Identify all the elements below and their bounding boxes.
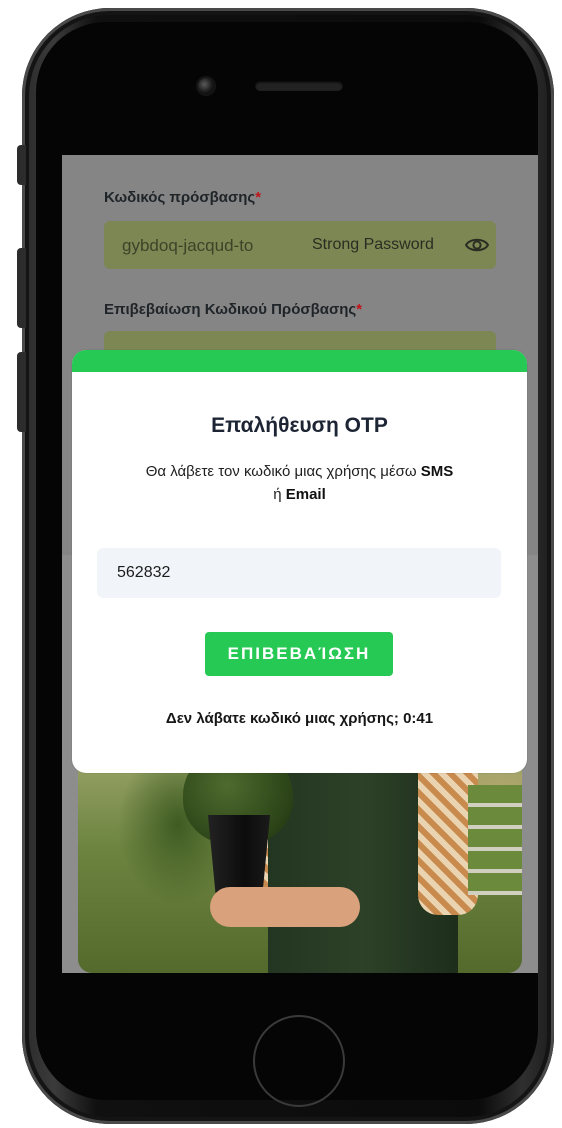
- description-text: Θα λάβετε τον κωδικό μιας χρήσης μέσω: [145, 463, 417, 480]
- home-button[interactable]: [253, 1015, 345, 1107]
- description-sms: SMS: [420, 463, 454, 480]
- phone-screen: Κωδικός πρόσβασης* gybdoq-jacqud-to Stro…: [62, 155, 538, 973]
- required-mark: *: [255, 189, 262, 206]
- mute-switch: [17, 145, 26, 185]
- password-label: Κωδικός πρόσβασης*: [104, 189, 262, 206]
- resend-line: Δεν λάβατε κωδικό μιας χρήσης; 0:41: [72, 710, 527, 727]
- front-camera: [198, 78, 214, 94]
- countdown-timer: 0:41: [403, 710, 434, 727]
- volume-down-button: [17, 352, 26, 432]
- photo-plant-pot: [208, 815, 270, 893]
- eye-icon[interactable]: [465, 235, 489, 255]
- volume-up-button: [17, 248, 26, 328]
- description-email: Email: [285, 486, 326, 503]
- gardener-photo: [78, 745, 522, 973]
- earpiece-speaker: [255, 81, 343, 91]
- password-strength: Strong Password: [312, 236, 434, 253]
- modal-description: Θα λάβετε τον κωδικό μιας χρήσης μέσω SM…: [92, 460, 507, 506]
- photo-pot-rack: [468, 785, 522, 895]
- password-field[interactable]: gybdoq-jacqud-to Strong Password: [104, 221, 496, 269]
- modal-title: Επαλήθευση OTP: [211, 414, 388, 437]
- modal-accent-bar: [72, 350, 527, 372]
- confirm-password-label: Επιβεβαίωση Κωδικού Πρόσβασης*: [104, 301, 363, 318]
- resend-text: Δεν λάβατε κωδικό μιας χρήσης;: [165, 710, 399, 727]
- description-or: ή: [273, 486, 282, 503]
- photo-hands: [210, 887, 360, 927]
- required-mark: *: [356, 301, 363, 318]
- password-value: gybdoq-jacqud-to: [122, 236, 254, 255]
- confirm-button[interactable]: ΕΠΙΒΕΒΑΊΩΣΗ: [205, 632, 393, 676]
- otp-modal: Επαλήθευση OTP Θα λάβετε τον κωδικό μιας…: [72, 350, 527, 773]
- otp-input[interactable]: [97, 548, 501, 598]
